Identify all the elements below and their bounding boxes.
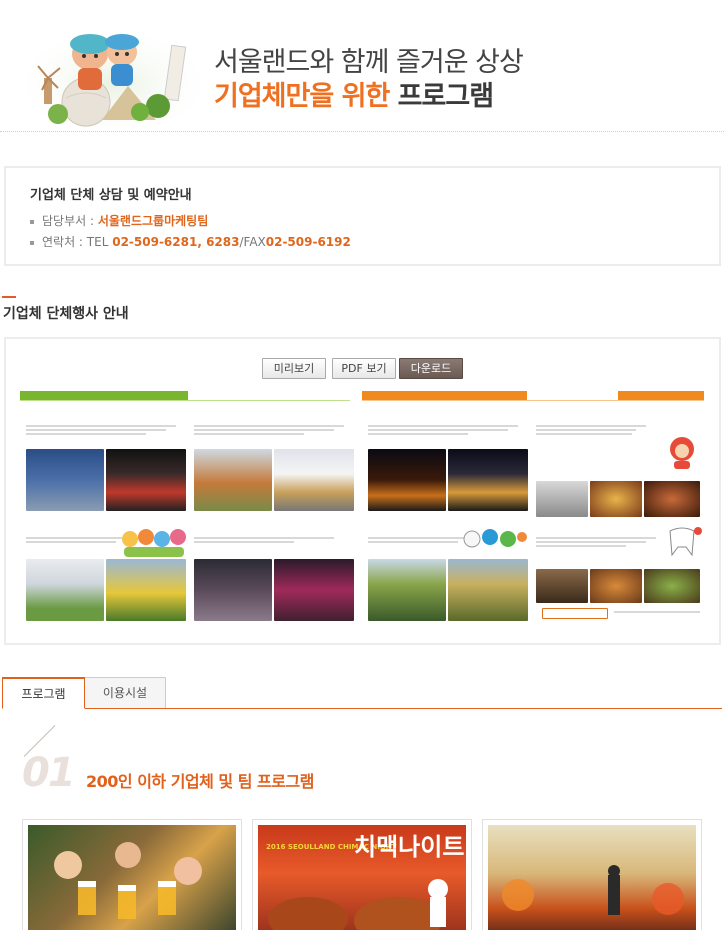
brochure-photo — [274, 449, 354, 511]
mascot-illustration — [18, 23, 208, 128]
pdf-view-button[interactable]: PDF 보기 — [332, 358, 396, 379]
beer-party-photo — [28, 825, 236, 930]
contact-title: 기업체 단체 상담 및 예약안내 — [30, 188, 192, 203]
stage-lights-icon — [502, 865, 684, 915]
text-line — [194, 425, 344, 427]
brochure-mascots-icon — [463, 529, 527, 548]
brochure-photo — [448, 449, 528, 511]
text-line — [536, 537, 656, 539]
brochure-photo — [590, 481, 642, 517]
text-line — [26, 541, 116, 543]
dept-value: 서울랜드그룹마케팅팀 — [97, 214, 209, 228]
text-line — [26, 429, 166, 431]
brochure-photo — [644, 481, 700, 517]
brochure-photo — [448, 559, 528, 621]
download-button[interactable]: 다운로드 — [399, 358, 463, 379]
banner-title: 치맥나이트 — [354, 833, 465, 861]
beer-glasses-icon — [54, 842, 202, 919]
hero-divider — [0, 131, 724, 132]
text-line — [26, 537, 122, 539]
hero-title-rest: 프로그램 — [389, 81, 494, 112]
contact-phone-row: 연락처 : TEL 02-509-6281, 6283/FAX02-509-61… — [30, 233, 351, 250]
hero-banner: 서울랜드와 함께 즐거운 상상 기업체만을 위한 프로그램 — [0, 0, 724, 134]
dept-label: 담당부서 : — [42, 214, 98, 228]
tab-program[interactable]: 프로그램 — [2, 677, 85, 709]
text-line — [26, 433, 146, 435]
program-card[interactable] — [482, 819, 702, 930]
text-line — [536, 425, 646, 427]
text-line — [194, 541, 294, 543]
brochure-photo — [26, 449, 104, 511]
program-card[interactable]: 2016 SEOULLAND CHIMAC NIGHT 치맥나이트 — [252, 819, 472, 930]
tab-facilities[interactable]: 이용시설 — [84, 677, 166, 709]
text-line — [536, 541, 646, 543]
brochure-photo — [644, 569, 700, 603]
brochure-label-box — [542, 608, 608, 619]
text-line — [536, 433, 632, 435]
brochure-photo — [274, 559, 354, 621]
contact-box: 기업체 단체 상담 및 예약안내 담당부서 : 서울랜드그룹마케팅팀 연락처 :… — [4, 166, 721, 266]
contact-dept-row: 담당부서 : 서울랜드그룹마케팅팀 — [30, 212, 208, 229]
section-title: 기업체 단체행사 안내 — [3, 306, 129, 322]
program-number: 01 — [22, 750, 76, 796]
program-title: 200인 이하 기업체 및 팀 프로그램 — [86, 772, 314, 791]
brochure-photo — [368, 449, 446, 511]
text-line — [614, 611, 700, 613]
fax-value: 02-509-6192 — [265, 235, 351, 249]
brochure-page-right — [362, 391, 704, 623]
text-line — [536, 545, 626, 547]
brochure-mascots-icon — [122, 529, 186, 557]
brochure-header-orange-right — [618, 391, 704, 400]
tab-underline — [2, 708, 722, 709]
preview-button[interactable]: 미리보기 — [262, 358, 326, 379]
program-card[interactable] — [22, 819, 242, 930]
text-line — [26, 425, 176, 427]
text-line — [368, 537, 464, 539]
phone-value: 02-509-6281, 6283 — [112, 235, 240, 249]
brochure-photo — [26, 559, 104, 621]
brochure-header-line — [20, 400, 350, 401]
brochure-photo — [590, 569, 642, 603]
brochure-photo — [106, 559, 186, 621]
phone-label: 연락처 : TEL — [42, 235, 113, 249]
brochure-chef-mascot-icon — [670, 437, 694, 469]
text-line — [368, 433, 468, 435]
text-line — [194, 433, 304, 435]
brochure-photo — [368, 559, 446, 621]
outdoor-concert-photo — [488, 825, 696, 930]
bullet-icon — [30, 240, 34, 245]
text-line — [368, 425, 518, 427]
brochure-header-line — [362, 400, 704, 401]
brochure-photo — [536, 569, 588, 603]
text-line — [368, 541, 458, 543]
chimac-night-photo: 2016 SEOULLAND CHIMAC NIGHT 치맥나이트 — [258, 825, 466, 930]
brochure-photo — [536, 481, 588, 517]
brochure-header-green — [20, 391, 188, 400]
brochure-header-orange — [362, 391, 527, 400]
text-line — [536, 429, 636, 431]
hero-highlight: 기업체만을 위한 — [214, 81, 390, 112]
text-line — [194, 429, 334, 431]
brochure-photo — [106, 449, 186, 511]
text-line — [368, 429, 508, 431]
fax-label: /FAX — [239, 235, 266, 249]
text-line — [194, 537, 334, 539]
chicken-icon — [268, 879, 448, 930]
brochure-panel: 미리보기 PDF 보기 다운로드 — [4, 337, 721, 645]
brochure-tooth-mascot-icon — [669, 527, 702, 557]
section-accent-bar — [2, 296, 16, 298]
brochure-photo — [194, 559, 272, 621]
hero-title-line2: 기업체만을 위한 프로그램 — [214, 74, 494, 113]
brochure-photo — [194, 449, 272, 511]
bullet-icon — [30, 219, 34, 224]
brochure-page-left — [20, 391, 354, 623]
